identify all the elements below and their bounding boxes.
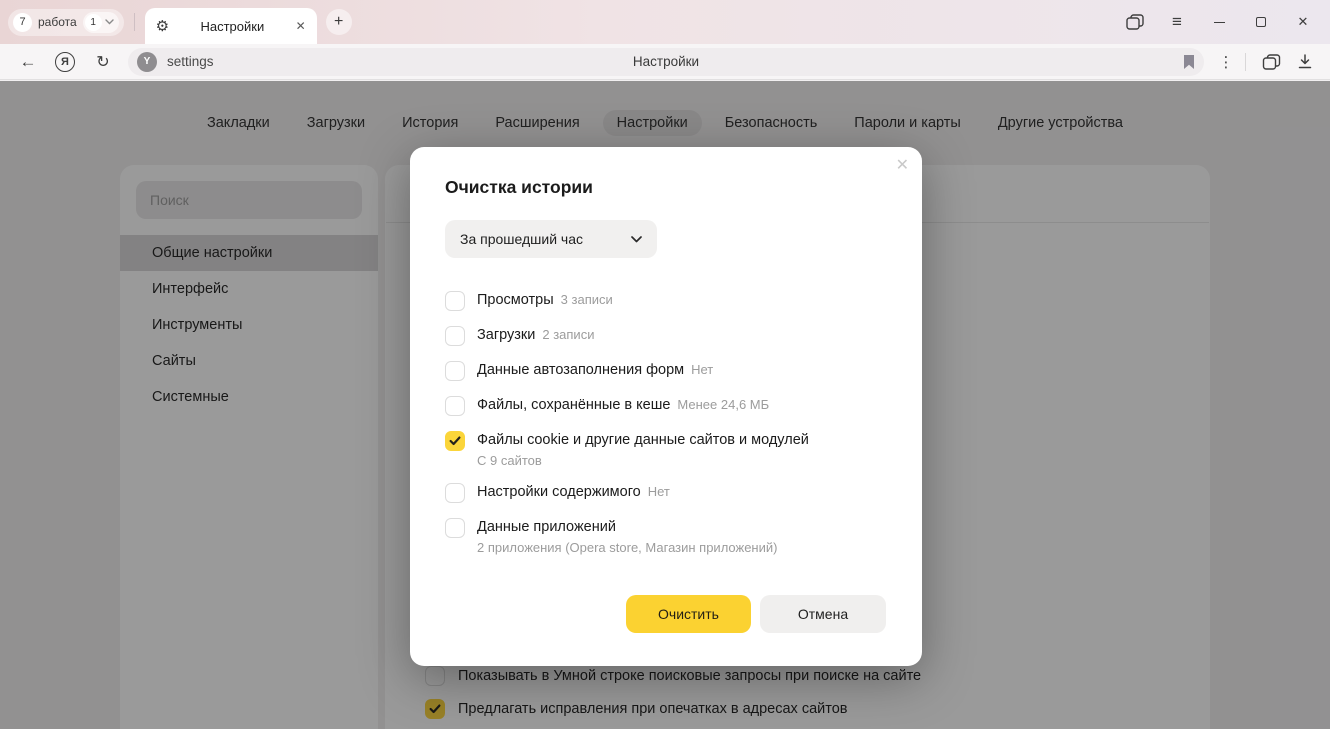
clear-item-label: Просмотры — [477, 292, 554, 308]
clear-item-row: Данные автозаполнения форм Нет — [445, 353, 887, 388]
maximize-icon — [1256, 17, 1266, 27]
address-bar-url[interactable]: settings — [167, 54, 214, 69]
close-window-button[interactable]: ✕ — [1282, 7, 1324, 37]
time-period-value: За прошедший час — [460, 231, 583, 247]
gear-icon: ⚙ — [156, 19, 169, 34]
checkbox-unchecked[interactable] — [445, 518, 465, 538]
cancel-button[interactable]: Отмена — [760, 595, 886, 633]
clear-item-count: Менее 24,6 МБ — [677, 397, 769, 412]
clear-item-count: 2 записи — [542, 327, 594, 342]
browser-tab-bar: 7 работа 1 ⚙ Настройки ✕ + ≡ ✕ — [0, 0, 1330, 44]
clear-item-label: Загрузки — [477, 327, 535, 343]
clear-button[interactable]: Очистить — [626, 595, 751, 633]
clear-item-row: Настройки содержимого Нет — [445, 475, 887, 510]
new-tab-button[interactable]: + — [326, 9, 352, 35]
back-button[interactable]: ← — [15, 52, 41, 72]
address-bar-menu-button[interactable]: ⋮ — [1215, 53, 1237, 71]
clear-item-count: Нет — [648, 484, 670, 499]
side-panels-button[interactable] — [1114, 7, 1156, 37]
browser-menu-button[interactable]: ≡ — [1156, 7, 1198, 37]
workspace-name: работа — [38, 15, 77, 29]
bookmark-button[interactable] — [1183, 54, 1195, 70]
checkbox-checked[interactable] — [445, 431, 465, 451]
minimize-button[interactable] — [1198, 7, 1240, 37]
panels-icon — [1262, 54, 1281, 70]
browser-tab-settings[interactable]: ⚙ Настройки ✕ — [145, 8, 317, 44]
workspace-switcher[interactable]: 7 работа 1 — [8, 9, 124, 36]
workspace-tab-count: 1 — [85, 14, 102, 31]
clear-item-label: Файлы cookie и другие данные сайтов и мо… — [477, 432, 809, 448]
clear-item-label: Данные приложений — [477, 519, 616, 535]
download-icon — [1298, 54, 1312, 69]
clear-items-list: Просмотры 3 записи Загрузки 2 записи Данные … — [445, 283, 887, 562]
dialog-close-icon[interactable]: ✕ — [896, 155, 909, 175]
checkbox-unchecked[interactable] — [445, 483, 465, 503]
clear-item-row: Данные приложений 2 приложения (Opera sto… — [445, 510, 887, 562]
time-period-select[interactable]: За прошедший час — [445, 220, 657, 258]
address-bar[interactable]: Настройки Y settings — [128, 48, 1204, 76]
clear-item-count: 3 записи — [561, 292, 613, 307]
checkbox-unchecked[interactable] — [445, 361, 465, 381]
close-tab-icon[interactable]: ✕ — [296, 19, 306, 33]
tab-title: Настройки — [169, 19, 295, 34]
browser-toolbar: ← Я ↻ Настройки Y settings ⋮ — [0, 44, 1330, 80]
workspace-count-badge: 7 — [13, 13, 32, 32]
toolbar-separator — [1245, 53, 1246, 71]
dialog-actions: Очистить Отмена — [626, 595, 886, 633]
bookmark-flag-icon — [1183, 54, 1195, 70]
clear-item-row: Загрузки 2 записи — [445, 318, 887, 353]
workspace-tab-badge[interactable]: 1 — [83, 12, 119, 33]
clear-item-row: Файлы cookie и другие данные сайтов и мо… — [445, 423, 887, 475]
extensions-panel-button[interactable] — [1254, 54, 1288, 70]
dialog-title: Очистка истории — [445, 177, 887, 198]
address-bar-page-title: Настройки — [128, 54, 1204, 69]
panels-icon — [1126, 14, 1144, 30]
minimize-icon — [1214, 22, 1225, 23]
chevron-down-icon — [105, 19, 114, 25]
clear-item-row: Просмотры 3 записи — [445, 283, 887, 318]
clear-item-label: Файлы, сохранённые в кеше — [477, 397, 670, 413]
check-icon — [449, 436, 461, 446]
maximize-button[interactable] — [1240, 7, 1282, 37]
refresh-button[interactable]: ↻ — [91, 52, 115, 72]
chevron-down-icon — [631, 236, 642, 243]
checkbox-unchecked[interactable] — [445, 396, 465, 416]
window-controls: ≡ ✕ — [1114, 7, 1324, 37]
checkbox-unchecked[interactable] — [445, 291, 465, 311]
tab-separator — [134, 13, 135, 31]
clear-item-row: Файлы, сохранённые в кеше Менее 24,6 МБ — [445, 388, 887, 423]
clear-item-subtitle: 2 приложения (Opera store, Магазин прило… — [477, 540, 777, 555]
yandex-home-button[interactable]: Я — [55, 52, 75, 72]
clear-item-count: Нет — [691, 362, 713, 377]
clear-history-dialog: ✕ Очистка истории За прошедший час Просм… — [410, 147, 922, 666]
downloads-button[interactable] — [1288, 54, 1322, 69]
clear-item-label: Данные автозаполнения форм — [477, 362, 684, 378]
checkbox-unchecked[interactable] — [445, 326, 465, 346]
clear-item-label: Настройки содержимого — [477, 484, 641, 500]
clear-item-subtitle: С 9 сайтов — [477, 453, 809, 468]
